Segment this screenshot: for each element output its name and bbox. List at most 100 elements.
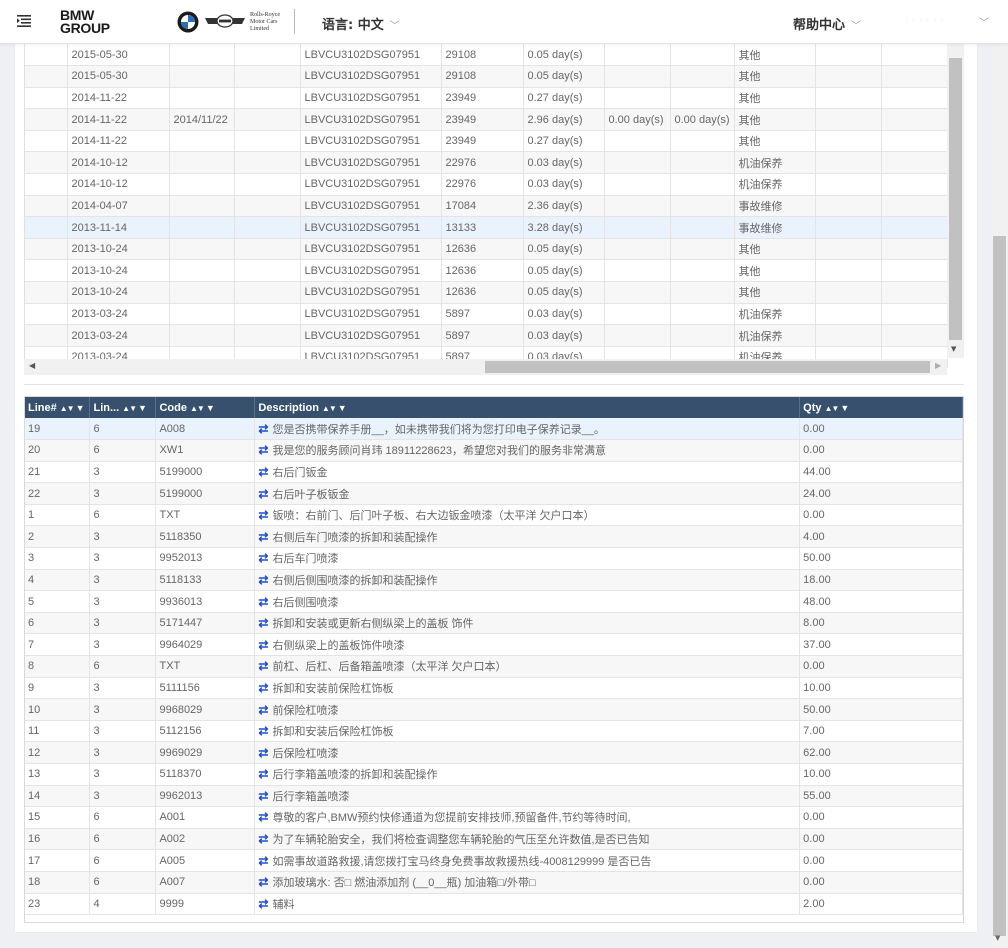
menu-toggle-icon[interactable] bbox=[17, 14, 31, 28]
filter-icon[interactable]: ▼ bbox=[338, 403, 347, 413]
job-line-row[interactable]: 20 6 XW1 ⇄ 我是您的服务顾问肖玮 18911228623，希望您对我们的服务非… bbox=[25, 439, 963, 462]
history-row[interactable]: 2014-11-22 LBVCU3102DSG07951 23949 0.27 day… bbox=[25, 130, 948, 153]
transfer-arrows-icon[interactable]: ⇄ bbox=[258, 897, 268, 911]
transfer-arrows-icon[interactable]: ⇄ bbox=[258, 746, 268, 760]
bmw-group-logo[interactable]: BMW GROUP bbox=[60, 8, 110, 35]
job-line-row[interactable]: 8 6 TXT ⇄ 前杠、后杠、后备箱盖喷漆（太平洋 欠户口本） 0.00 bbox=[25, 655, 963, 678]
transfer-arrows-icon[interactable]: ⇄ bbox=[258, 551, 268, 565]
job-line-row[interactable]: 7 3 9964029 ⇄ 右侧纵梁上的盖板饰件喷漆 37.00 bbox=[25, 633, 963, 657]
history-horizontal-scroll-thumb[interactable] bbox=[485, 361, 930, 373]
history-cell bbox=[234, 281, 301, 304]
user-menu-chevron-icon[interactable]: ﹀ bbox=[979, 14, 989, 29]
history-row[interactable]: 2013-10-24 LBVCU3102DSG07951 12636 0.05 day… bbox=[25, 281, 948, 304]
user-name[interactable]: · · · · · · bbox=[905, 14, 965, 27]
transfer-arrows-icon[interactable]: ⇄ bbox=[258, 703, 268, 717]
job-line-row[interactable]: 18 6 A007 ⇄ 添加玻璃水: 否□ 燃油添加剂 (__0__瓶) 加油箱□/外带… bbox=[25, 871, 963, 894]
history-row[interactable]: 2015-05-30 LBVCU3102DSG07951 29108 0.05 day… bbox=[25, 44, 948, 67]
history-cell: 2014-11-22 bbox=[67, 87, 170, 110]
job-line-row[interactable]: 21 3 5199000 ⇄ 右后门钣金 44.00 bbox=[25, 461, 963, 484]
language-selector[interactable]: 语言: 中文 ﹀ bbox=[322, 14, 400, 33]
history-row[interactable]: 2015-05-30 LBVCU3102DSG07951 29108 0.05 day… bbox=[25, 65, 948, 88]
page-scrollbar-thumb[interactable] bbox=[993, 236, 1006, 936]
service-history-grid: 2015-05-30 LBVCU3102DSG07951 29108 0.05 day… bbox=[24, 44, 964, 375]
transfer-arrows-icon[interactable]: ⇄ bbox=[258, 530, 268, 544]
job-line-row[interactable]: 22 3 5199000 ⇄ 右后叶子板钣金 24.00 bbox=[25, 482, 963, 505]
history-row[interactable]: 2013-10-24 LBVCU3102DSG07951 12636 0.05 day… bbox=[25, 238, 948, 261]
transfer-arrows-icon[interactable]: ⇄ bbox=[258, 638, 268, 652]
col-header-description[interactable]: Description ▲▼ ▼ bbox=[254, 397, 801, 418]
history-row[interactable]: 2014-04-07 LBVCU3102DSG07951 17084 2.36 day… bbox=[25, 195, 948, 218]
job-line-row[interactable]: 17 6 A005 ⇄ 如需事故道路救援,请您拨打宝马终身免费事故救援热线-400812… bbox=[25, 849, 963, 872]
transfer-arrows-icon[interactable]: ⇄ bbox=[258, 810, 268, 824]
sort-icon[interactable]: ▲▼ bbox=[122, 404, 137, 413]
filter-icon[interactable]: ▼ bbox=[840, 403, 849, 413]
transfer-arrows-icon[interactable]: ⇄ bbox=[258, 767, 268, 781]
col-header-line-type[interactable]: Lin... ▲▼ ▼ bbox=[89, 397, 157, 418]
job-line-row[interactable]: 3 3 9952013 ⇄ 右后车门喷漆 50.00 bbox=[25, 547, 963, 570]
filter-icon[interactable]: ▼ bbox=[206, 403, 215, 413]
job-line-row[interactable]: 1 6 TXT ⇄ 钣喷：右前门、后门叶子板、右大边钣金喷漆（太平洋 欠户口本） 0.00 bbox=[25, 504, 963, 527]
transfer-arrows-icon[interactable]: ⇄ bbox=[258, 832, 268, 846]
history-vertical-scroll-thumb[interactable] bbox=[949, 58, 962, 340]
filter-icon[interactable]: ▼ bbox=[138, 403, 147, 413]
job-line-row[interactable]: 16 6 A002 ⇄ 为了车辆轮胎安全，我们将检查调整您车辆轮胎的气压至允许数值,是否… bbox=[25, 828, 963, 851]
sort-icon[interactable]: ▲▼ bbox=[322, 404, 337, 413]
history-row[interactable]: 2014-11-22 LBVCU3102DSG07951 23949 0.27 day… bbox=[25, 87, 948, 110]
sort-icon[interactable]: ▲▼ bbox=[190, 404, 205, 413]
sort-icon[interactable]: ▲▼ bbox=[60, 404, 75, 413]
qty-cell: 48.00 bbox=[799, 590, 963, 613]
scroll-right-arrow-icon[interactable]: ▶ bbox=[935, 361, 941, 370]
scroll-down-arrow-icon[interactable]: ▼ bbox=[951, 345, 956, 353]
transfer-arrows-icon[interactable]: ⇄ bbox=[258, 616, 268, 630]
job-line-row[interactable]: 5 3 9936013 ⇄ 右后侧围喷漆 48.00 bbox=[25, 590, 963, 613]
job-line-row[interactable]: 19 6 A008 ⇄ 您是否携带保养手册__，如未携带我们将为您打印电子保养记录__。… bbox=[25, 418, 963, 441]
transfer-arrows-icon[interactable]: ⇄ bbox=[258, 443, 268, 457]
history-row[interactable]: 2013-03-24 LBVCU3102DSG07951 5897 0.03 day(… bbox=[25, 324, 948, 347]
col-header-line-number[interactable]: Line# ▲▼ ▼ bbox=[25, 397, 91, 418]
job-line-row[interactable]: 9 3 5111156 ⇄ 拆卸和安装前保险杠饰板 10.00 bbox=[25, 677, 963, 700]
filter-icon[interactable]: ▼ bbox=[76, 403, 85, 413]
grid-footer bbox=[25, 915, 963, 923]
job-line-row[interactable]: 2 3 5118350 ⇄ 右侧后车门喷漆的拆卸和装配操作 4.00 bbox=[25, 525, 963, 549]
line-type-cell: 3 bbox=[89, 741, 157, 764]
job-line-row[interactable]: 14 3 9962013 ⇄ 后行李箱盖喷漆 55.00 bbox=[25, 785, 963, 808]
history-row[interactable]: 2014-10-12 LBVCU3102DSG07951 22976 0.03 day… bbox=[25, 151, 948, 175]
transfer-arrows-icon[interactable]: ⇄ bbox=[258, 508, 268, 522]
job-line-row[interactable]: 11 3 5112156 ⇄ 拆卸和安装后保险杠饰板 7.00 bbox=[25, 720, 963, 743]
job-line-row[interactable]: 10 3 9968029 ⇄ 前保险杠喷漆 50.00 bbox=[25, 698, 963, 721]
line-type-cell: 3 bbox=[89, 569, 157, 592]
history-row[interactable]: 2014-11-22 2014/11/22 LBVCU3102DSG07951 239… bbox=[25, 108, 948, 131]
history-cell bbox=[169, 65, 235, 88]
job-line-row[interactable]: 6 3 5171447 ⇄ 拆卸和安装或更新右侧纵梁上的盖板 饰件 8.00 bbox=[25, 612, 963, 635]
transfer-arrows-icon[interactable]: ⇄ bbox=[258, 573, 268, 587]
code-cell: 5171447 bbox=[155, 612, 256, 635]
job-line-row[interactable]: 15 6 A001 ⇄ 尊敬的客户,BMW预约快修通道为您提前安排技师,预留备件,节约等… bbox=[25, 806, 963, 829]
page-scroll-down-icon[interactable]: ▼ bbox=[995, 934, 1000, 942]
help-center-menu[interactable]: 帮助中心 ﹀ bbox=[793, 14, 861, 33]
transfer-arrows-icon[interactable]: ⇄ bbox=[258, 724, 268, 738]
transfer-arrows-icon[interactable]: ⇄ bbox=[258, 487, 268, 501]
transfer-arrows-icon[interactable]: ⇄ bbox=[258, 681, 268, 695]
history-cell bbox=[169, 87, 235, 110]
qty-cell: 44.00 bbox=[799, 461, 963, 484]
job-line-row[interactable]: 23 4 9999 ⇄ 辅料 2.00 bbox=[25, 893, 963, 916]
history-row[interactable]: 2013-11-14 LBVCU3102DSG07951 13133 3.28 day… bbox=[25, 216, 948, 239]
transfer-arrows-icon[interactable]: ⇄ bbox=[258, 789, 268, 803]
col-header-qty[interactable]: Qty ▲▼ ▼ bbox=[799, 397, 963, 418]
transfer-arrows-icon[interactable]: ⇄ bbox=[258, 422, 268, 436]
history-row[interactable]: 2013-03-24 LBVCU3102DSG07951 5897 0.03 day(… bbox=[25, 303, 948, 326]
transfer-arrows-icon[interactable]: ⇄ bbox=[258, 595, 268, 609]
col-header-code[interactable]: Code ▲▼ ▼ bbox=[155, 397, 256, 418]
job-line-row[interactable]: 12 3 9969029 ⇄ 后保险杠喷漆 62.00 bbox=[25, 741, 963, 764]
history-row[interactable]: 2014-10-12 LBVCU3102DSG07951 22976 0.03 day… bbox=[25, 173, 948, 196]
sort-icon[interactable]: ▲▼ bbox=[825, 404, 840, 413]
scroll-left-arrow-icon[interactable]: ◀ bbox=[29, 361, 35, 370]
job-line-row[interactable]: 4 3 5118133 ⇄ 右侧后侧围喷漆的拆卸和装配操作 18.00 bbox=[25, 569, 963, 592]
transfer-arrows-icon[interactable]: ⇄ bbox=[258, 465, 268, 479]
transfer-arrows-icon[interactable]: ⇄ bbox=[258, 854, 268, 868]
history-row[interactable]: 2013-10-24 LBVCU3102DSG07951 12636 0.05 day… bbox=[25, 259, 948, 283]
history-cell bbox=[815, 238, 882, 261]
transfer-arrows-icon[interactable]: ⇄ bbox=[258, 659, 268, 673]
job-line-row[interactable]: 13 3 5118370 ⇄ 后行李箱盖喷漆的拆卸和装配操作 10.00 bbox=[25, 763, 963, 786]
transfer-arrows-icon[interactable]: ⇄ bbox=[258, 875, 268, 889]
